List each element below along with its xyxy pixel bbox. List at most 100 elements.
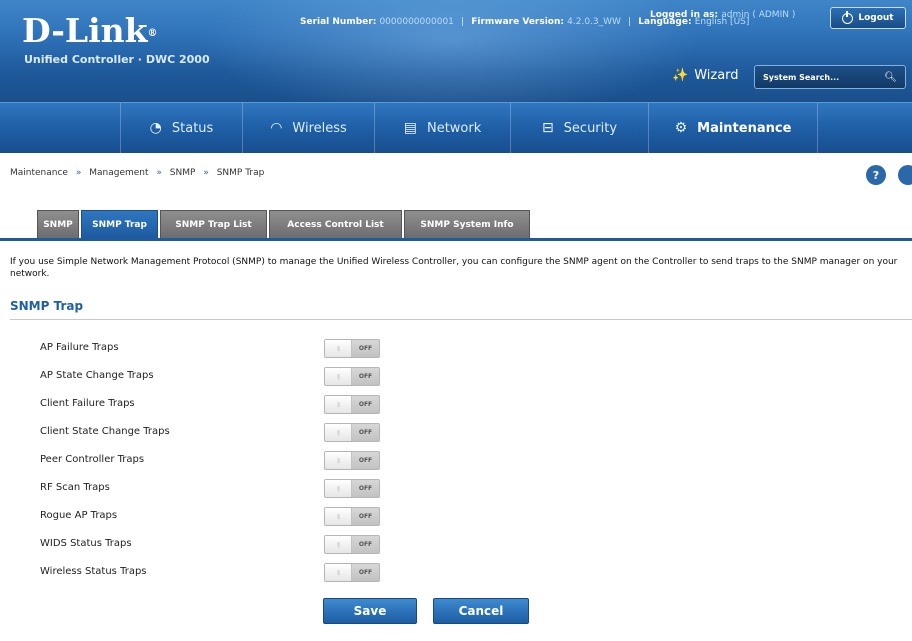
wifi-icon: ◠: [270, 120, 283, 136]
tab-bar: SNMP SNMP Trap SNMP Trap List Access Con…: [0, 210, 912, 240]
serial-label: Serial Number:: [300, 17, 377, 27]
system-search-input[interactable]: [763, 72, 873, 82]
nav-item-status[interactable]: ◔ Status: [120, 103, 242, 153]
nav-item-network[interactable]: ▤ Network: [374, 103, 510, 153]
nav-item-label: Maintenance: [697, 120, 792, 136]
wand-icon: ✨: [672, 68, 689, 83]
toggle-knob: [325, 564, 352, 581]
firmware-value: 4.2.0.3_WW: [567, 17, 621, 27]
trap-row-wireless-status: Wireless Status Traps OFF: [40, 563, 400, 583]
wizard-link[interactable]: ✨ Wizard: [672, 68, 739, 83]
tab-snmp[interactable]: SNMP: [37, 210, 79, 238]
logout-label: Logout: [858, 13, 894, 23]
trap-row-rogue-ap: Rogue AP Traps OFF: [40, 507, 400, 527]
breadcrumb-separator: »: [75, 168, 82, 178]
trap-label: Wireless Status Traps: [40, 566, 147, 577]
trap-label: WIDS Status Traps: [40, 538, 132, 549]
trap-row-client-failure: Client Failure Traps OFF: [40, 395, 400, 415]
gauge-icon: ◔: [149, 120, 162, 136]
toggle-state: OFF: [352, 564, 379, 581]
nav-item-label: Wireless: [292, 120, 347, 136]
help-icon[interactable]: ?: [866, 165, 886, 185]
trap-row-rf-scan: RF Scan Traps OFF: [40, 479, 400, 499]
brand-registered-mark: ®: [147, 28, 158, 39]
breadcrumb-item[interactable]: SNMP: [170, 168, 196, 178]
trap-row-client-state-change: Client State Change Traps OFF: [40, 423, 400, 443]
trap-label: Rogue AP Traps: [40, 510, 118, 521]
ap-failure-toggle[interactable]: OFF: [324, 339, 380, 358]
toggle-state: OFF: [352, 508, 379, 525]
breadcrumb-item[interactable]: Management: [89, 168, 148, 178]
trap-label: AP Failure Traps: [40, 342, 119, 353]
logged-in-label: Logged in as:: [650, 10, 719, 20]
rf-scan-toggle[interactable]: OFF: [324, 479, 380, 498]
toggle-state: OFF: [352, 368, 379, 385]
trap-label: Client Failure Traps: [40, 398, 135, 409]
nav-item-wireless[interactable]: ◠ Wireless: [242, 103, 374, 153]
section-divider: [10, 319, 912, 320]
network-icon: ▤: [403, 120, 417, 136]
breadcrumb-item[interactable]: Maintenance: [10, 168, 68, 178]
breadcrumb-item: SNMP Trap: [216, 168, 265, 178]
toggle-state: OFF: [352, 424, 379, 441]
tab-access-control-list[interactable]: Access Control List: [269, 210, 402, 238]
toggle-knob: [325, 368, 352, 385]
toggle-knob: [325, 396, 352, 413]
info-separator: |: [628, 17, 632, 27]
peer-controller-toggle[interactable]: OFF: [324, 451, 380, 470]
brand-logo: D-Link®: [22, 14, 158, 48]
toggle-state: OFF: [352, 340, 379, 357]
nav-item-security[interactable]: ⊟ Security: [510, 103, 648, 153]
toggle-knob: [325, 508, 352, 525]
tab-snmp-system-info[interactable]: SNMP System Info: [404, 210, 530, 238]
power-icon: [842, 10, 854, 24]
tab-snmp-trap-list[interactable]: SNMP Trap List: [160, 210, 267, 238]
nav-item-label: Status: [171, 120, 214, 136]
wizard-label: Wizard: [694, 68, 739, 83]
toggle-knob: [325, 424, 352, 441]
breadcrumb: Maintenance » Management » SNMP » SNMP T…: [10, 168, 264, 178]
lock-icon: ⊟: [541, 120, 554, 136]
toggle-state: OFF: [352, 480, 379, 497]
toggle-knob: [325, 480, 352, 497]
toggle-state: OFF: [352, 396, 379, 413]
logged-in-info: Logged in as: admin ( ADMIN ): [650, 10, 795, 20]
gear-icon: ⚙: [674, 120, 688, 136]
toggle-knob: [325, 340, 352, 357]
nav-item-label: Security: [563, 120, 618, 136]
breadcrumb-separator: »: [156, 168, 162, 178]
header-bar: D-Link® Unified Controller · DWC 2000 Se…: [0, 0, 912, 102]
info-icon[interactable]: [898, 165, 912, 185]
logout-button[interactable]: Logout: [830, 7, 906, 29]
info-separator: |: [461, 17, 465, 27]
firmware-label: Firmware Version:: [471, 17, 564, 27]
search-icon[interactable]: 🔍︎: [884, 72, 897, 83]
rogue-ap-toggle[interactable]: OFF: [324, 507, 380, 526]
trap-label: Peer Controller Traps: [40, 454, 145, 465]
trap-label: AP State Change Traps: [40, 370, 154, 381]
page: D-Link® Unified Controller · DWC 2000 Se…: [0, 0, 912, 641]
toggle-state: OFF: [352, 452, 379, 469]
tab-snmp-trap[interactable]: SNMP Trap: [81, 210, 158, 238]
page-description: If you use Simple Network Management Pro…: [10, 257, 898, 279]
toggle-state: OFF: [352, 536, 379, 553]
main-nav: ◔ Status ◠ Wireless ▤ Network ⊟ Security…: [0, 102, 912, 153]
logged-in-user: admin ( ADMIN ): [721, 10, 796, 20]
ap-state-change-toggle[interactable]: OFF: [324, 367, 380, 386]
wids-status-toggle[interactable]: OFF: [324, 535, 380, 554]
client-state-change-toggle[interactable]: OFF: [324, 423, 380, 442]
brand-name: D-Link: [22, 11, 148, 50]
toggle-knob: [325, 536, 352, 553]
section-title: SNMP Trap: [10, 299, 84, 313]
trap-label: Client State Change Traps: [40, 426, 170, 437]
trap-label: RF Scan Traps: [40, 482, 110, 493]
wireless-status-toggle[interactable]: OFF: [324, 563, 380, 582]
cancel-button[interactable]: Cancel: [433, 598, 529, 624]
serial-value: 0000000000001: [379, 17, 454, 27]
save-button[interactable]: Save: [323, 598, 417, 624]
nav-item-maintenance[interactable]: ⚙ Maintenance: [648, 103, 818, 153]
header-glow: [200, 0, 700, 102]
toggle-knob: [325, 452, 352, 469]
nav-item-label: Network: [426, 120, 482, 136]
client-failure-toggle[interactable]: OFF: [324, 395, 380, 414]
